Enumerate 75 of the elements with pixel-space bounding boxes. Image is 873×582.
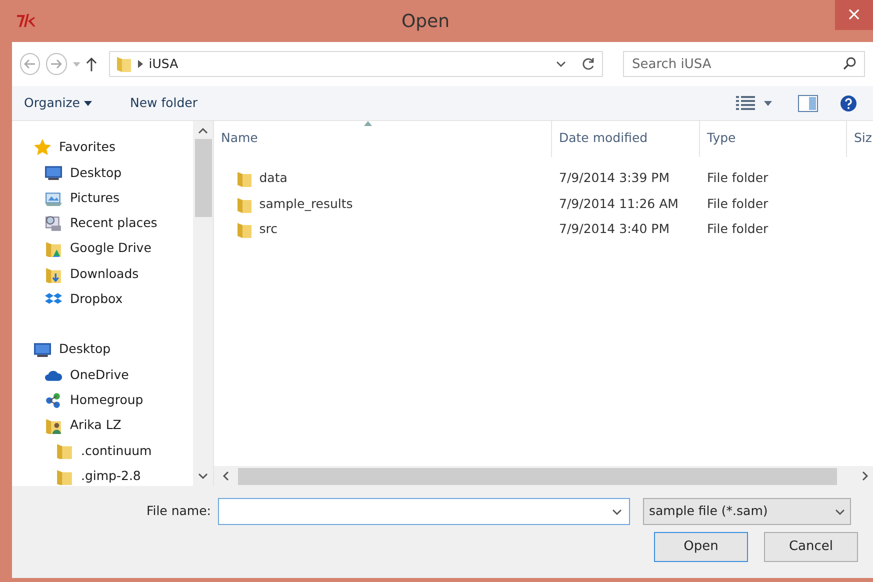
file-name[interactable]: src — [259, 220, 278, 240]
scroll-down-icon[interactable] — [198, 472, 208, 480]
column-header[interactable]: Date modified — [552, 121, 700, 157]
date-modified: 7/9/2014 3:40 PM — [558, 220, 670, 238]
caret-icon — [84, 100, 92, 106]
column-header[interactable]: Type — [700, 121, 847, 157]
file-type: File folder — [706, 194, 770, 213]
folder-icon — [236, 196, 253, 213]
close-button[interactable]: × — [835, 0, 873, 30]
search-icon — [843, 57, 856, 70]
sidebar-item[interactable]: .gimp-2.8 — [81, 466, 141, 486]
scrollbar-thumb[interactable] — [194, 139, 212, 217]
horizontal-scrollbar[interactable] — [214, 466, 873, 486]
window-title: Open — [401, 10, 450, 34]
scroll-right-icon[interactable] — [861, 471, 869, 481]
sidebar-item[interactable]: Google Drive — [70, 239, 152, 258]
sidebar-item[interactable]: Desktop — [59, 340, 111, 360]
pictures-icon — [45, 190, 62, 207]
sidebar-item[interactable]: .continuum — [81, 442, 152, 460]
column-header[interactable]: Name — [214, 121, 552, 157]
file-name-field[interactable] — [218, 498, 630, 525]
file-name[interactable]: data — [259, 169, 288, 188]
folder-icon — [56, 442, 73, 460]
organize-button[interactable]: Organize — [22, 92, 94, 114]
folder-icon — [45, 266, 62, 283]
column-header[interactable]: Siz — [847, 121, 873, 157]
folder-icon — [45, 417, 62, 434]
sidebar-item[interactable]: Downloads — [70, 264, 139, 284]
cancel-button[interactable]: Cancel — [764, 532, 858, 562]
monitor-icon — [45, 164, 62, 182]
forward-arrow-icon — [50, 59, 62, 69]
folder-icon — [45, 240, 62, 258]
sidebar-item[interactable]: Dropbox — [70, 290, 123, 309]
address-field[interactable]: iUSA — [108, 51, 603, 77]
vertical-scrollbar[interactable] — [193, 121, 213, 486]
sidebar-item[interactable]: Desktop — [70, 164, 122, 182]
file-type: File folder — [706, 169, 770, 188]
sort-arrow-icon — [364, 121, 372, 126]
file-name-label: File name: — [145, 502, 212, 520]
folder-icon — [236, 170, 253, 188]
sidebar-item[interactable]: Pictures — [70, 188, 120, 208]
scrollbar-thumb[interactable] — [238, 468, 837, 484]
sidebar-item[interactable]: Favorites — [59, 138, 116, 158]
folder-icon — [116, 55, 132, 73]
homegroup-icon — [45, 392, 62, 409]
monitor-icon — [34, 341, 51, 358]
date-modified: 7/9/2014 11:26 AM — [558, 194, 680, 213]
sidebar-item[interactable]: OneDrive — [70, 366, 129, 384]
up-arrow-icon[interactable] — [86, 56, 97, 72]
chevron-down-icon[interactable] — [556, 61, 566, 67]
new-folder-button[interactable]: New folder — [128, 92, 200, 114]
sidebar-item[interactable]: Arika LZ — [70, 416, 122, 435]
file-name[interactable]: sample_results — [259, 194, 353, 214]
chevron-right-icon — [138, 60, 143, 68]
sidebar-item[interactable]: Recent places — [70, 214, 158, 233]
refresh-icon[interactable] — [582, 57, 596, 71]
scroll-left-icon[interactable] — [222, 471, 230, 481]
open-button[interactable]: Open — [654, 532, 748, 562]
scroll-up-icon[interactable] — [198, 127, 208, 135]
path-segment[interactable]: iUSA — [148, 54, 550, 74]
star-icon — [34, 139, 51, 156]
search-field[interactable]: Search iUSA — [623, 51, 865, 77]
recent-places-icon — [45, 215, 62, 232]
file-type: File folder — [706, 220, 770, 238]
back-arrow-icon — [24, 59, 36, 69]
chevron-down-icon[interactable] — [612, 509, 622, 515]
help-icon[interactable] — [840, 94, 857, 112]
sidebar-item[interactable]: Homegroup — [70, 390, 144, 410]
chevron-down-icon — [835, 508, 845, 514]
app-icon — [16, 13, 38, 29]
folder-icon — [236, 221, 253, 238]
date-modified: 7/9/2014 3:39 PM — [558, 169, 670, 188]
file-type-dropdown[interactable]: sample file (*.sam) — [643, 498, 851, 525]
preview-pane-icon[interactable] — [798, 94, 818, 112]
folder-icon — [56, 468, 73, 485]
